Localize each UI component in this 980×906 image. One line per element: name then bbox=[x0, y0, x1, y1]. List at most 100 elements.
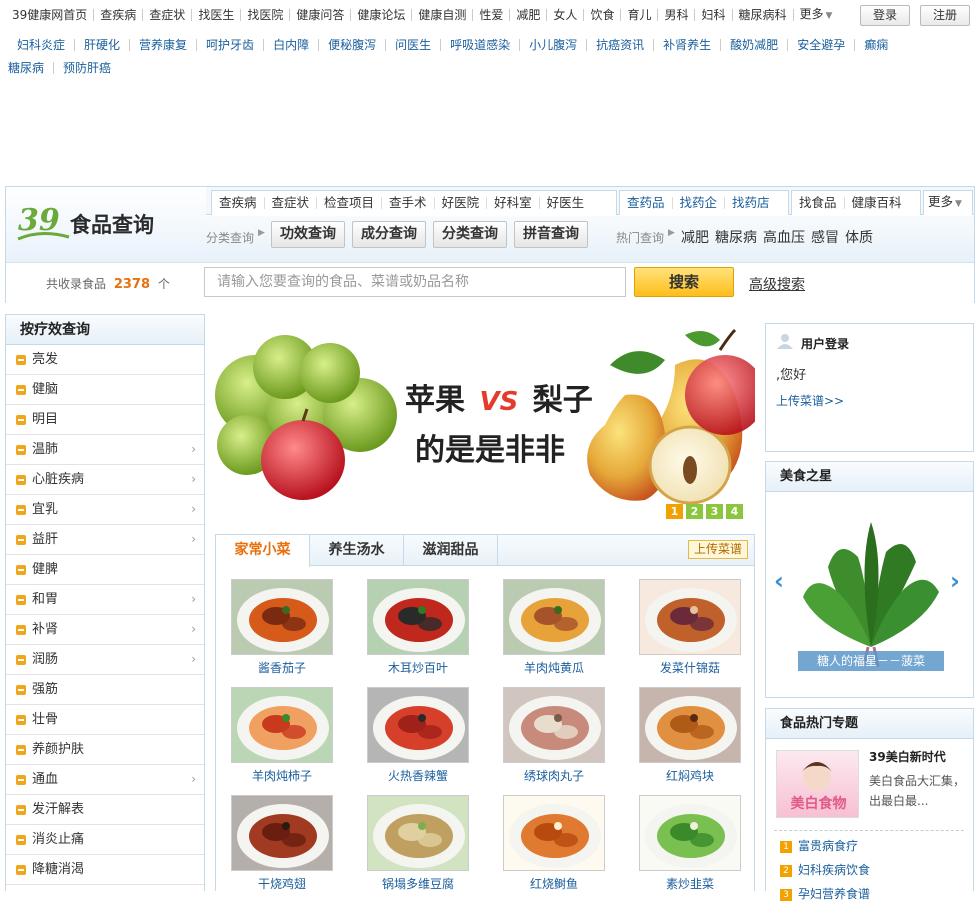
dish-card[interactable]: 红烧鲥鱼 bbox=[502, 795, 606, 895]
sidebar-item[interactable]: 明目 bbox=[6, 405, 204, 435]
sidebar-item[interactable]: 补肾 › bbox=[6, 615, 204, 645]
sidebar-item[interactable]: 养颜护肤 bbox=[6, 735, 204, 765]
dish-card[interactable]: 发菜什锦菇 bbox=[638, 579, 742, 679]
top-nav-item[interactable]: 糖尿病科 bbox=[733, 9, 794, 21]
top-nav-item[interactable]: 育儿 bbox=[621, 9, 659, 21]
dish-photo[interactable] bbox=[639, 795, 741, 871]
dish-card[interactable]: 锅塌多维豆腐 bbox=[366, 795, 470, 895]
dish-name[interactable]: 酱香茄子 bbox=[230, 659, 334, 676]
top-nav-item[interactable]: 39健康网首页 bbox=[8, 9, 95, 21]
top-nav-item[interactable]: 男科 bbox=[658, 9, 696, 21]
dish-card[interactable]: 火热香辣蟹 bbox=[366, 687, 470, 787]
header-nav-item[interactable]: 查症状 bbox=[265, 196, 318, 209]
tag-link[interactable]: 补肾养生 bbox=[654, 39, 722, 51]
sidebar-item[interactable]: 健脾 bbox=[6, 555, 204, 585]
top-nav-item[interactable]: 找医院 bbox=[241, 9, 291, 21]
search-input[interactable]: 请输入您要查询的食品、菜谱或奶品名称 bbox=[204, 267, 626, 297]
banner-page-4[interactable]: 4 bbox=[726, 504, 743, 519]
search-button[interactable]: 搜索 bbox=[634, 267, 734, 297]
tag-link[interactable]: 妇科炎症 bbox=[8, 39, 76, 51]
dish-name[interactable]: 干烧鸡翅 bbox=[230, 875, 334, 892]
top-nav-item[interactable]: 健康自测 bbox=[412, 9, 474, 21]
dish-name[interactable]: 红烧鲥鱼 bbox=[502, 875, 606, 892]
hot-search-item[interactable]: 减肥 bbox=[681, 230, 709, 246]
hot-topic-item[interactable]: 1 富贵病食疗 bbox=[766, 834, 975, 858]
tag-link[interactable]: 白内障 bbox=[264, 39, 320, 51]
hot-search-item[interactable]: 体质 bbox=[845, 230, 873, 246]
efficacy-search-button[interactable]: 功效查询 bbox=[271, 221, 345, 248]
feature-title[interactable]: 39美白新时代 bbox=[869, 748, 946, 765]
upload-recipe-button[interactable]: 上传菜谱 bbox=[688, 540, 748, 559]
dish-card[interactable]: 羊肉炖柿子 bbox=[230, 687, 334, 787]
tag-link[interactable]: 酸奶减肥 bbox=[721, 39, 789, 51]
top-nav-item[interactable]: 饮食 bbox=[584, 9, 622, 21]
dish-photo[interactable] bbox=[503, 579, 605, 655]
banner-page-3[interactable]: 3 bbox=[706, 504, 723, 519]
tag-link[interactable]: 肝硬化 bbox=[75, 39, 131, 51]
whitening-food-image[interactable]: 美白食物 bbox=[776, 750, 859, 818]
tag-link[interactable]: 抗癌资讯 bbox=[587, 39, 655, 51]
dish-photo[interactable] bbox=[231, 579, 333, 655]
category-search-button[interactable]: 分类查询 bbox=[433, 221, 507, 248]
dish-card[interactable]: 羊肉炖黄瓜 bbox=[502, 579, 606, 679]
header-nav-item[interactable]: 查手术 bbox=[382, 196, 435, 209]
sidebar-item[interactable]: 降糖消渴 bbox=[6, 855, 204, 885]
sidebar-item[interactable]: 通血 › bbox=[6, 765, 204, 795]
dish-photo[interactable] bbox=[503, 687, 605, 763]
top-nav-item[interactable]: 找医生 bbox=[192, 9, 242, 21]
header-nav-item[interactable]: 好医院 bbox=[435, 196, 488, 209]
sidebar-item[interactable]: 宜乳 › bbox=[6, 495, 204, 525]
sidebar-item[interactable]: 发汗解表 bbox=[6, 795, 204, 825]
dish-name[interactable]: 绣球肉丸子 bbox=[502, 767, 606, 784]
hot-search-item[interactable]: 感冒 bbox=[811, 230, 839, 246]
top-nav-item[interactable]: 查症状 bbox=[143, 9, 193, 21]
advanced-search-link[interactable]: 高级搜索 bbox=[749, 274, 805, 294]
dish-photo[interactable] bbox=[231, 687, 333, 763]
hot-search-item[interactable]: 高血压 bbox=[763, 230, 805, 246]
banner[interactable]: 苹果 VS 梨子 的是是非非 bbox=[215, 325, 755, 525]
dish-photo[interactable] bbox=[503, 795, 605, 871]
dish-name[interactable]: 羊肉炖柿子 bbox=[230, 767, 334, 784]
login-button[interactable]: 登录 bbox=[860, 5, 910, 26]
tag-link[interactable]: 问医生 bbox=[386, 39, 442, 51]
tab-desserts[interactable]: 滋润甜品 bbox=[404, 535, 498, 566]
tag-link[interactable]: 营养康复 bbox=[130, 39, 198, 51]
dish-photo[interactable] bbox=[367, 795, 469, 871]
top-nav-item[interactable]: 查疾病 bbox=[94, 9, 144, 21]
dish-card[interactable]: 干烧鸡翅 bbox=[230, 795, 334, 895]
dish-name[interactable]: 木耳炒百叶 bbox=[366, 659, 470, 676]
site-logo[interactable]: 39 食品查询 bbox=[6, 187, 206, 262]
tab-home-dishes[interactable]: 家常小菜 bbox=[216, 535, 310, 567]
tag-link[interactable]: 预防肝癌 bbox=[54, 62, 120, 74]
tag-link[interactable]: 便秘腹泻 bbox=[319, 39, 387, 51]
dish-name[interactable]: 羊肉炖黄瓜 bbox=[502, 659, 606, 676]
top-nav-item[interactable]: 妇科 bbox=[695, 9, 733, 21]
dish-card[interactable]: 红焖鸡块 bbox=[638, 687, 742, 787]
dish-name[interactable]: 素炒韭菜 bbox=[638, 875, 742, 892]
sidebar-item[interactable]: 消炎止痛 bbox=[6, 825, 204, 855]
header-nav-item[interactable]: 找药店 bbox=[725, 196, 777, 209]
sidebar-item[interactable]: 心脏疾病 › bbox=[6, 465, 204, 495]
dish-photo[interactable] bbox=[367, 687, 469, 763]
register-button[interactable]: 注册 bbox=[920, 5, 970, 26]
spinach-image[interactable] bbox=[798, 507, 944, 673]
top-nav-item[interactable]: 健康问答 bbox=[290, 9, 352, 21]
dish-card[interactable]: 酱香茄子 bbox=[230, 579, 334, 679]
chevron-right-icon[interactable]: › bbox=[950, 567, 960, 595]
chevron-left-icon[interactable]: ‹ bbox=[774, 567, 784, 595]
header-nav-more[interactable]: 更多 ▼ bbox=[923, 190, 973, 215]
header-nav-item[interactable]: 查药品 bbox=[620, 196, 673, 209]
header-nav-item[interactable]: 找食品 bbox=[792, 196, 845, 209]
tag-link[interactable]: 安全避孕 bbox=[788, 39, 856, 51]
tag-link[interactable]: 糖尿病 bbox=[0, 62, 55, 74]
header-nav-item[interactable]: 查疾病 bbox=[212, 196, 265, 209]
sidebar-item[interactable]: 亮发 bbox=[6, 345, 204, 375]
top-nav-more[interactable]: 更多 ▼ bbox=[794, 8, 839, 22]
dish-photo[interactable] bbox=[639, 687, 741, 763]
dish-name[interactable]: 红焖鸡块 bbox=[638, 767, 742, 784]
header-nav-item[interactable]: 好科室 bbox=[487, 196, 540, 209]
tag-link[interactable]: 癫痫 bbox=[855, 39, 897, 51]
upload-recipe-link[interactable]: 上传菜谱>> bbox=[776, 392, 844, 409]
sidebar-item[interactable]: 和胃 › bbox=[6, 585, 204, 615]
tag-link[interactable]: 呼吸道感染 bbox=[441, 39, 521, 51]
